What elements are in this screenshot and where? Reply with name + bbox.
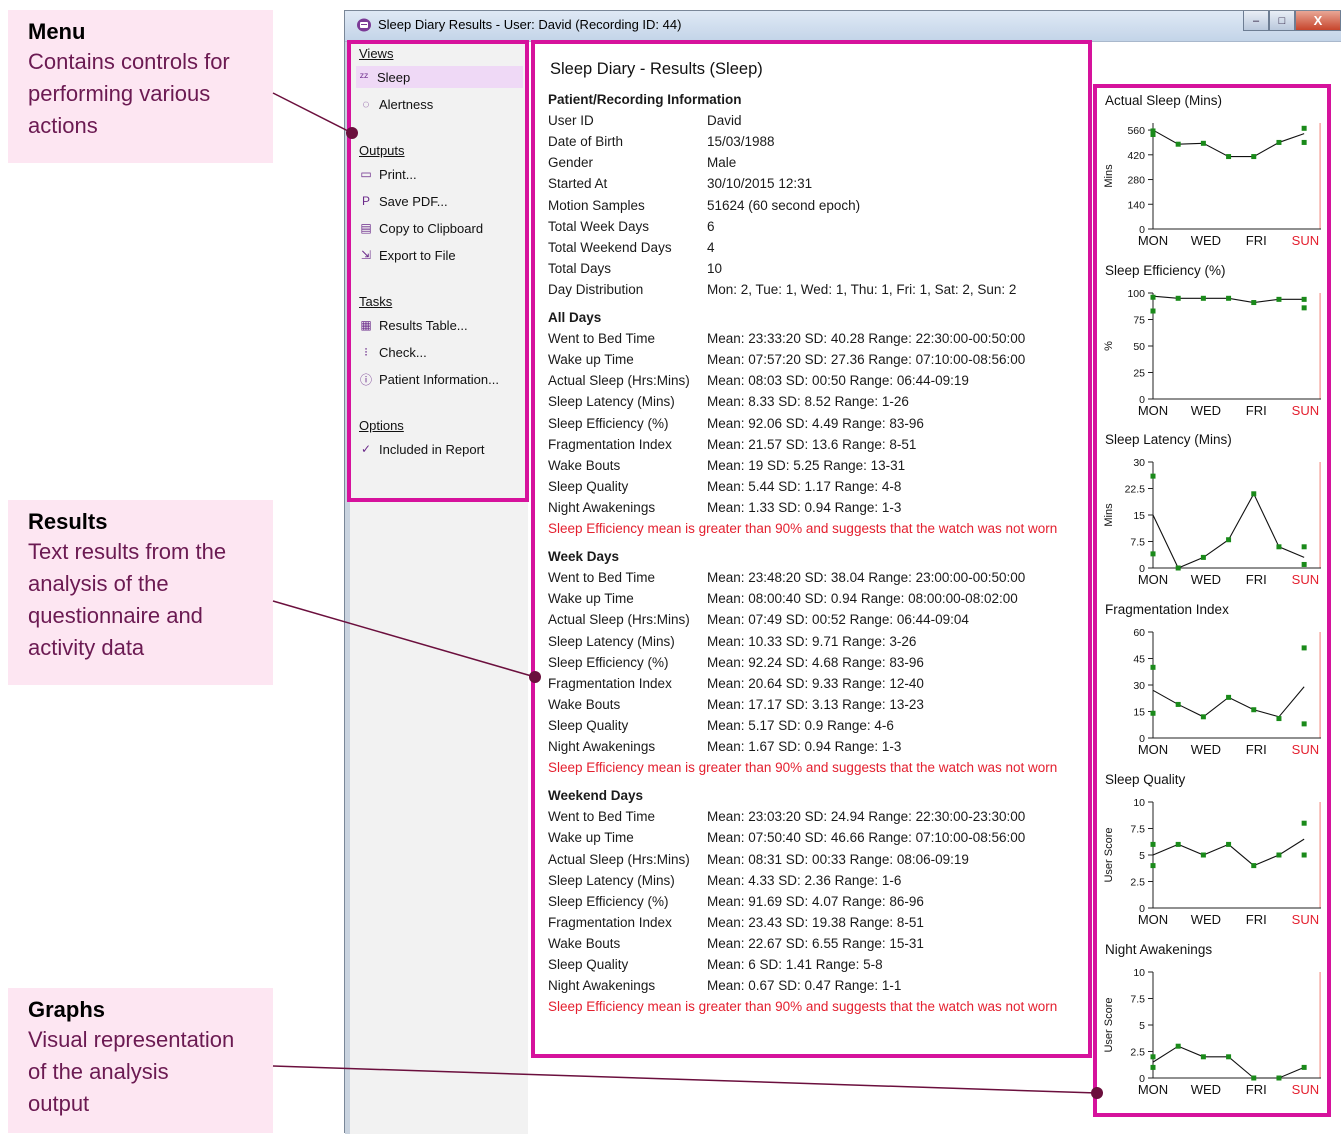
callout-connectors (272, 92, 1103, 1099)
graphs-connector-dot (1091, 1087, 1103, 1099)
menu-connector (272, 92, 353, 134)
menu-connector-dot (346, 127, 358, 139)
results-connector-dot (529, 671, 541, 683)
graphs-connector (272, 1065, 1098, 1094)
results-connector (272, 600, 536, 678)
